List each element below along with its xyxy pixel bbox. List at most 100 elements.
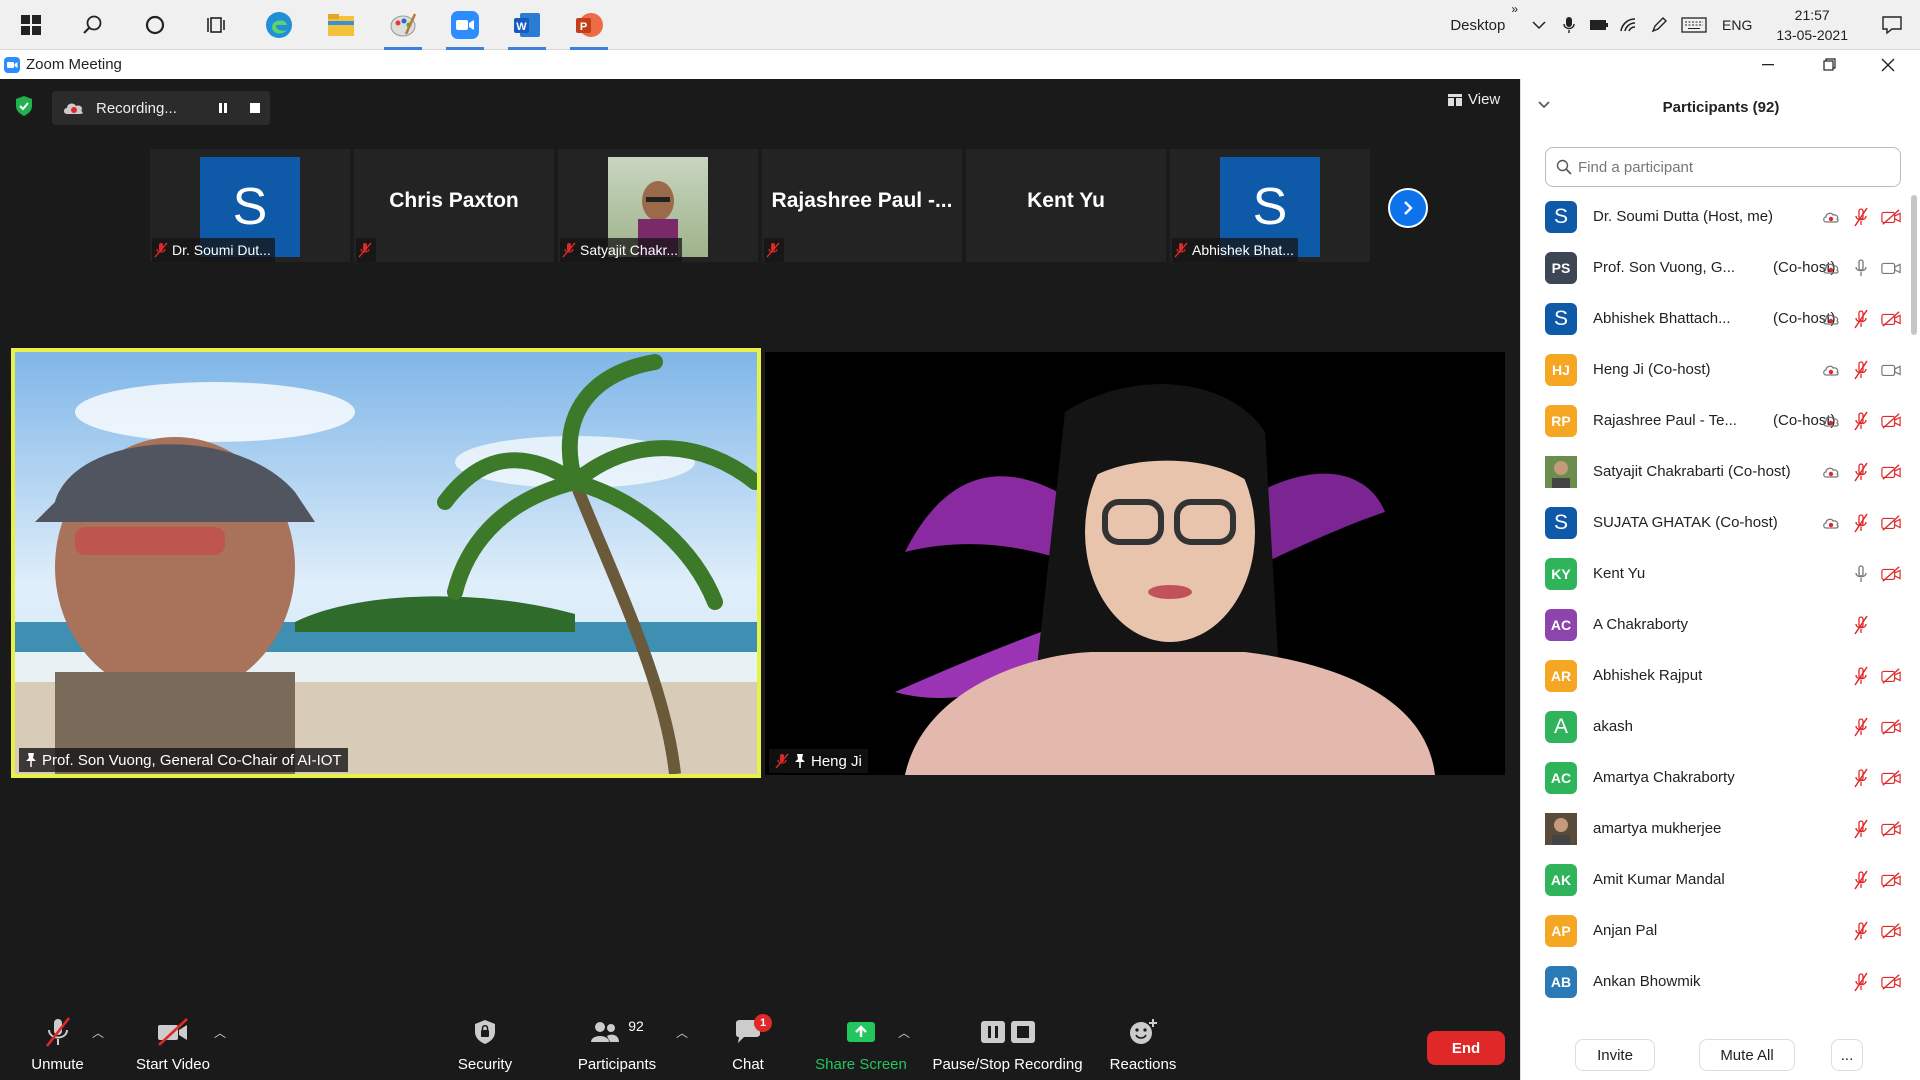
- wifi-icon[interactable]: [1614, 0, 1644, 50]
- participant-status-icons: [1821, 564, 1901, 584]
- strip-tile-soumi[interactable]: S Dr. Soumi Dut...: [150, 149, 350, 262]
- microphone-icon[interactable]: [1554, 0, 1584, 50]
- cortana-button[interactable]: [124, 0, 186, 50]
- taskbar-zoom[interactable]: [434, 0, 496, 50]
- participant-row[interactable]: PS Prof. Son Vuong, G... (Co-host): [1521, 242, 1907, 293]
- participant-name: Ankan Bhowmik: [1593, 973, 1701, 990]
- search-button[interactable]: [62, 0, 124, 50]
- participant-name: Prof. Son Vuong, General Co-Chair of AI-…: [42, 751, 342, 769]
- panel-scrollbar[interactable]: [1911, 195, 1917, 335]
- video-tile-heng-ji[interactable]: Heng Ji: [765, 352, 1505, 775]
- pause-recording-button[interactable]: [217, 102, 229, 114]
- mute-all-button[interactable]: Mute All: [1699, 1039, 1795, 1071]
- video-options-caret-icon[interactable]: ︿: [214, 1024, 226, 1041]
- participant-row[interactable]: S SUJATA GHATAK (Co-host): [1521, 497, 1907, 548]
- taskbar-word[interactable]: W: [496, 0, 558, 50]
- desktop-toolbar-label[interactable]: Desktop: [1450, 17, 1505, 34]
- minimize-button[interactable]: [1738, 50, 1798, 79]
- video-label: Heng Ji: [769, 749, 868, 773]
- strip-tile-rajashree[interactable]: Rajashree Paul -...: [762, 149, 962, 262]
- view-button[interactable]: View: [1448, 91, 1500, 108]
- video-camera-off-icon: [1881, 411, 1901, 431]
- grid-view-icon: [1448, 93, 1462, 106]
- participant-row[interactable]: Satyajit Chakrabarti (Co-host): [1521, 446, 1907, 497]
- participant-status-icons: [1821, 615, 1901, 635]
- end-meeting-button[interactable]: End: [1427, 1031, 1505, 1065]
- participant-row[interactable]: amartya mukherjee: [1521, 803, 1907, 854]
- participant-row[interactable]: AC A Chakraborty: [1521, 599, 1907, 650]
- participant-row[interactable]: AK Amit Kumar Mandal: [1521, 854, 1907, 905]
- close-button[interactable]: [1858, 50, 1918, 79]
- participant-row[interactable]: Aakash: [1521, 701, 1907, 752]
- pen-icon[interactable]: [1644, 0, 1674, 50]
- strip-tile-abhishek[interactable]: S Abhishek Bhat...: [1170, 149, 1370, 262]
- restore-icon: [1822, 58, 1836, 71]
- clock[interactable]: 21:57 13-05-2021: [1760, 5, 1864, 45]
- encryption-shield-icon[interactable]: [14, 95, 34, 122]
- participant-row[interactable]: AC Amartya Chakraborty: [1521, 752, 1907, 803]
- participant-row[interactable]: KY Kent Yu: [1521, 548, 1907, 599]
- video-camera-icon: [1881, 360, 1901, 380]
- taskbar-file-explorer[interactable]: [310, 0, 372, 50]
- video-camera-off-icon: [1881, 717, 1901, 737]
- participant-name: Abhishek Rajput: [1593, 667, 1703, 684]
- start-video-button[interactable]: Start Video: [133, 1012, 213, 1080]
- notifications-icon[interactable]: [1864, 0, 1920, 50]
- stop-recording-button[interactable]: [249, 102, 261, 114]
- participant-row[interactable]: HJ Heng Ji (Co-host): [1521, 344, 1907, 395]
- microphone-muted-icon: [1851, 411, 1871, 431]
- powerpoint-icon: P: [576, 12, 603, 37]
- video-feed: [15, 352, 757, 774]
- blank-icon-slot: [1821, 666, 1841, 686]
- strip-tile-kent[interactable]: Kent Yu: [966, 149, 1166, 262]
- video-camera-off-icon: [1881, 768, 1901, 788]
- search-input[interactable]: [1578, 158, 1878, 176]
- microphone-muted-icon: [1851, 666, 1871, 686]
- desktop-toolbar-expand-icon[interactable]: »: [1511, 2, 1518, 16]
- chevron-right-icon: [1404, 201, 1413, 215]
- show-hidden-icons-chevron-icon[interactable]: [1524, 0, 1554, 50]
- participant-row[interactable]: AP Anjan Pal: [1521, 905, 1907, 956]
- participant-name: Heng Ji (Co-host): [1593, 361, 1711, 378]
- more-options-button[interactable]: ...: [1831, 1039, 1863, 1071]
- participant-row[interactable]: AR Abhishek Rajput: [1521, 650, 1907, 701]
- participant-row[interactable]: AB Ankan Bhowmik: [1521, 956, 1907, 1007]
- pause-stop-recording-button[interactable]: Pause/Stop Recording: [930, 1012, 1085, 1080]
- avatar: AP: [1545, 914, 1577, 947]
- chat-button[interactable]: 1 Chat: [728, 1012, 772, 1080]
- system-tray: Desktop » ENG 21:57 13-05-2021: [1450, 0, 1920, 50]
- battery-icon[interactable]: [1584, 0, 1614, 50]
- participant-row[interactable]: S Dr. Soumi Dutta (Host, me): [1521, 191, 1907, 242]
- clock-time: 21:57: [1794, 7, 1830, 23]
- svg-text:W: W: [516, 21, 527, 33]
- task-view-button[interactable]: [186, 0, 248, 50]
- touch-keyboard-icon[interactable]: [1674, 0, 1714, 50]
- video-tile-son-vuong[interactable]: Prof. Son Vuong, General Co-Chair of AI-…: [11, 348, 761, 778]
- start-button[interactable]: [0, 0, 62, 50]
- invite-button[interactable]: Invite: [1575, 1039, 1655, 1071]
- participant-status-icons: [1821, 411, 1901, 431]
- taskbar-edge[interactable]: [248, 0, 310, 50]
- svg-text:P: P: [580, 21, 587, 33]
- input-language-label[interactable]: ENG: [1714, 17, 1760, 33]
- taskbar-powerpoint[interactable]: P: [558, 0, 620, 50]
- next-page-button[interactable]: [1388, 188, 1428, 228]
- share-screen-button[interactable]: Share Screen: [813, 1012, 909, 1080]
- participant-row[interactable]: RP Rajashree Paul - Te... (Co-host): [1521, 395, 1907, 446]
- participant-status-icons: [1821, 819, 1901, 839]
- unmute-button[interactable]: Unmute: [30, 1012, 85, 1080]
- taskbar-paint[interactable]: [372, 0, 434, 50]
- participants-options-caret-icon[interactable]: ︿: [676, 1024, 688, 1041]
- video-camera-off-icon: [1881, 972, 1901, 992]
- strip-tile-chris[interactable]: Chris Paxton: [354, 149, 554, 262]
- audio-options-caret-icon[interactable]: ︿: [92, 1024, 104, 1041]
- restore-button[interactable]: [1799, 50, 1859, 79]
- share-options-caret-icon[interactable]: ︿: [898, 1024, 910, 1041]
- windows-taskbar: W P Desktop » ENG 21:57 13-05-2021: [0, 0, 1920, 50]
- reactions-button[interactable]: Reactions: [1105, 1012, 1181, 1080]
- security-button[interactable]: Security: [455, 1012, 515, 1080]
- video-camera-off-icon: [1881, 666, 1901, 686]
- participants-button[interactable]: 92 Participants: [574, 1012, 660, 1080]
- participant-row[interactable]: S Abhishek Bhattach... (Co-host): [1521, 293, 1907, 344]
- strip-tile-satyajit[interactable]: Satyajit Chakr...: [558, 149, 758, 262]
